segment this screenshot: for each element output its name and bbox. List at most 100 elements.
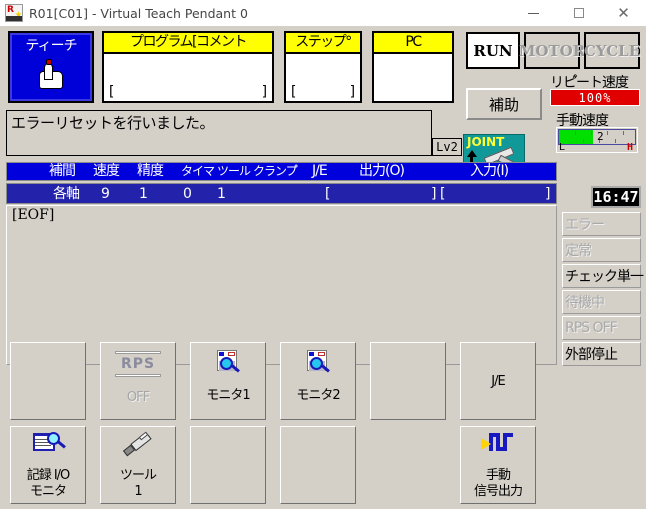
table-row[interactable]: 各軸 9 1 0 1 [ ] [ ]	[6, 183, 557, 204]
status-badge-error[interactable]: エラー	[562, 212, 641, 236]
column-header-je: J/E	[312, 163, 328, 179]
message-area: エラーリセットを行いました。	[6, 110, 432, 156]
cycle-indicator[interactable]: CYCLE	[584, 32, 640, 69]
cell-interpolation: 各軸	[53, 186, 80, 202]
status-badge-external-stop[interactable]: 外部停止	[562, 342, 641, 366]
column-header-tool: ツール	[217, 164, 251, 178]
status-badge-rps-off[interactable]: RPS OFF	[562, 316, 641, 340]
app-icon: R	[5, 4, 23, 22]
fkey-bottom-record-io-monitor[interactable]: 記録 I/O モニタ	[10, 426, 86, 504]
motor-indicator[interactable]: MOTOR	[519, 32, 585, 69]
motor-label: MOTOR	[518, 41, 586, 60]
step-table-header: 補間 速度 精度 タイマ ツール クランプ゚ J/E 出力(O) 入力(I)	[6, 162, 557, 181]
run-label: RUN	[473, 41, 513, 60]
teach-pendant-window: R R01[C01] - Virtual Teach Pendant 0 ✕ テ…	[0, 0, 646, 509]
rps-icon: RPS	[101, 351, 175, 377]
fkey-bottom-tool-1[interactable]: ツール 1	[100, 426, 176, 504]
fkey-bottom-manual-signal-output[interactable]: 手動 信号出力	[460, 426, 536, 504]
fkey-top-monitor-1-label: モニタ1	[206, 388, 250, 403]
fkey-bottom-manual-signal-label-1: 手動	[485, 468, 511, 483]
manual-speed-gauge[interactable]: 2 L H	[556, 127, 638, 153]
fkey-top-monitor-2-label: モニタ2	[296, 388, 340, 403]
fkey-bottom-4[interactable]	[280, 426, 356, 504]
close-icon: ✕	[617, 3, 630, 22]
close-button[interactable]: ✕	[601, 0, 646, 26]
window-controls: ✕	[511, 0, 646, 26]
monitor-icon	[305, 349, 331, 375]
fkey-bottom-record-io-label-1: 記録 I/O	[26, 468, 71, 483]
joint-mode-label: JOINT	[467, 135, 505, 149]
program-field-value: [ ]	[107, 84, 269, 100]
pendant-screen: ティーチ プログラム[コメント [ ] ステップ° [ ] PC RUN MOT…	[0, 26, 646, 509]
window-title-bar: R R01[C01] - Virtual Teach Pendant 0 ✕	[0, 0, 646, 27]
message-text: エラーリセットを行いました。	[11, 114, 215, 132]
column-header-timer: タイマ	[181, 164, 215, 178]
column-header-interpolation: 補間	[49, 163, 76, 179]
fkey-top-je[interactable]: J/E	[460, 342, 536, 420]
rps-sublabel: RPS	[120, 356, 156, 372]
status-badge-waiting[interactable]: 待機中	[562, 290, 641, 314]
column-header-output: 出力(O)	[359, 163, 405, 179]
cell-accuracy: 1	[139, 186, 148, 202]
pc-field[interactable]: PC	[372, 31, 454, 103]
step-field-value: [ ]	[289, 84, 357, 100]
manual-speed-value: 2	[597, 130, 604, 143]
window-title: R01[C01] - Virtual Teach Pendant 0	[29, 5, 248, 21]
program-bracket-open: [	[107, 84, 116, 100]
step-bracket-open: [	[289, 84, 298, 100]
auxiliary-button[interactable]: 補助	[466, 88, 542, 120]
pointing-hand-icon	[39, 59, 63, 89]
program-field-header: プログラム[コメント	[104, 33, 272, 54]
status-badge-check-single[interactable]: チェック単一	[562, 264, 644, 288]
column-header-input: 入力(I)	[470, 163, 509, 179]
step-bracket-close: ]	[348, 84, 357, 100]
manual-signal-output-icon	[481, 431, 515, 455]
fkey-top-je-label: J/E	[491, 374, 505, 389]
status-badge-steady[interactable]: 定常	[562, 238, 641, 262]
teach-mode-label: ティーチ	[25, 38, 77, 54]
manual-speed-low-label: L	[559, 142, 566, 153]
cell-output-open: [	[325, 186, 331, 202]
record-io-monitor-icon	[33, 431, 66, 455]
monitor-icon	[215, 349, 241, 375]
cell-input-close: ]	[545, 186, 551, 202]
cell-output-close: ]	[431, 186, 437, 202]
run-indicator[interactable]: RUN	[466, 32, 520, 69]
fkey-bottom-record-io-label-2: モニタ	[29, 484, 67, 499]
fkey-top-rps-off-label: OFF	[126, 390, 150, 405]
list-item: [EOF]	[12, 207, 55, 223]
auxiliary-label: 補助	[488, 95, 519, 114]
step-field[interactable]: ステップ° [ ]	[284, 31, 362, 103]
tool-icon	[122, 431, 153, 457]
column-header-speed: 速度	[93, 163, 120, 179]
cell-speed: 9	[101, 186, 110, 202]
minimize-button[interactable]	[511, 0, 556, 26]
fkey-bottom-3[interactable]	[190, 426, 266, 504]
fkey-bottom-tool-label-2: 1	[134, 484, 142, 499]
teach-mode-button[interactable]: ティーチ	[8, 31, 94, 103]
cell-tool: 1	[217, 186, 226, 202]
fkey-bottom-tool-label-1: ツール	[119, 468, 157, 483]
fkey-top-monitor-1[interactable]: モニタ1	[190, 342, 266, 420]
cell-timer: 0	[183, 186, 192, 202]
program-bracket-close: ]	[260, 84, 269, 100]
maximize-button[interactable]	[556, 0, 601, 26]
clock-display: 16:47	[591, 186, 641, 208]
fkey-bottom-manual-signal-label-2: 信号出力	[473, 484, 523, 499]
program-field[interactable]: プログラム[コメント [ ]	[102, 31, 274, 103]
fkey-top-rps-off[interactable]: RPS OFF	[100, 342, 176, 420]
column-header-clamp: クランプ゚	[253, 164, 298, 178]
manual-speed-track: 2	[558, 129, 636, 145]
step-field-header: ステップ°	[286, 33, 360, 54]
repeat-speed-value: 100%	[578, 90, 612, 105]
fkey-top-5[interactable]	[370, 342, 446, 420]
cycle-label: CYCLE	[583, 41, 641, 60]
fkey-top-1[interactable]	[10, 342, 86, 420]
manual-speed-high-label: H	[626, 142, 633, 153]
message-level-badge[interactable]: Lv2	[432, 138, 462, 156]
repeat-speed-bar: 100%	[550, 89, 640, 106]
column-header-accuracy: 精度	[137, 163, 164, 179]
cell-input-open: [	[440, 186, 446, 202]
program-list[interactable]: [EOF]	[6, 205, 557, 365]
fkey-top-monitor-2[interactable]: モニタ2	[280, 342, 356, 420]
